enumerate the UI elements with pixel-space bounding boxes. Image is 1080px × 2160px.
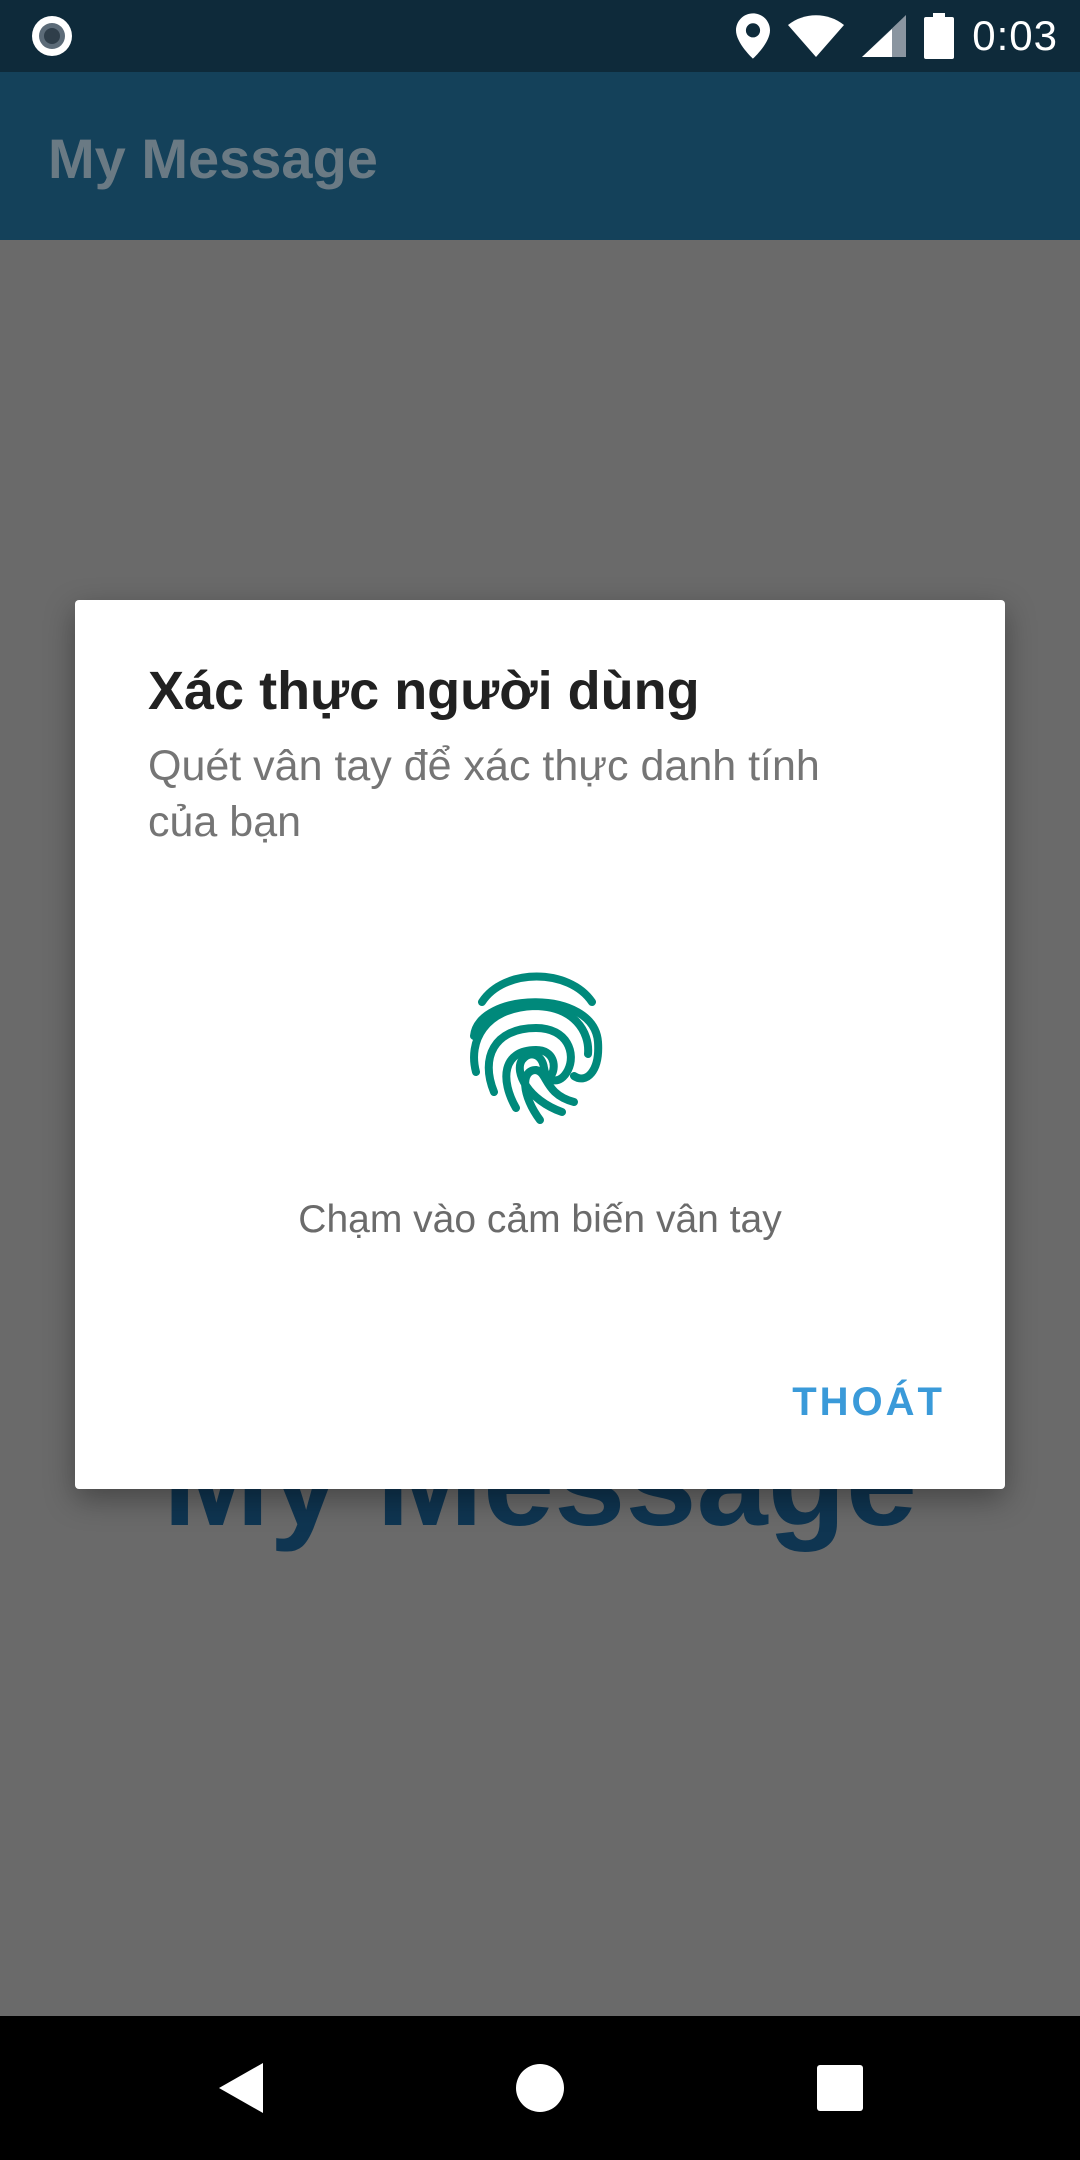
home-icon (516, 2064, 564, 2112)
exit-button[interactable]: THOÁT (792, 1380, 945, 1425)
back-button[interactable] (200, 2048, 280, 2128)
status-time: 0:03 (972, 12, 1058, 59)
recents-button[interactable] (800, 2048, 880, 2128)
battery-icon (924, 13, 955, 59)
record-icon (32, 16, 72, 56)
app-bar: My Message (0, 72, 1080, 240)
signal-icon (862, 15, 907, 57)
recents-icon (817, 2065, 863, 2111)
fingerprint-dialog: Xác thực người dùng Quét vân tay để xác … (75, 600, 1005, 1489)
app-title: My Message (48, 127, 378, 190)
dialog-title: Xác thực người dùng (148, 661, 700, 721)
status-bar: 0:03 (0, 0, 1080, 72)
dialog-subtitle: Quét vân tay để xác thực danh tính của b… (148, 742, 820, 846)
home-button[interactable] (500, 2048, 580, 2128)
location-icon (736, 13, 771, 59)
back-icon (219, 2063, 263, 2113)
fingerprint-icon (470, 972, 603, 1124)
wifi-icon (788, 15, 845, 57)
navigation-bar (0, 2016, 1080, 2160)
fingerprint-hint: Chạm vào cảm biến vân tay (298, 1198, 782, 1241)
